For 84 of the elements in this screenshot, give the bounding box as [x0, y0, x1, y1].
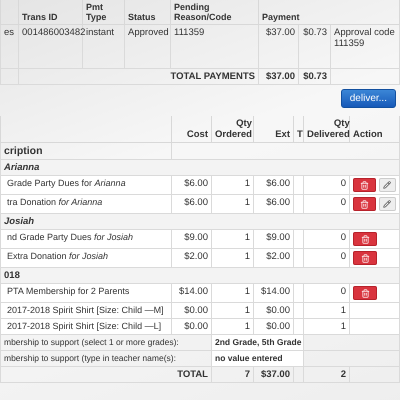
option-label: mbership to support (select 1 or more grades):	[4, 337, 179, 347]
table-cell: $6.00	[184, 197, 208, 208]
option-value: no value entered	[215, 353, 283, 363]
edit-button[interactable]	[378, 178, 396, 192]
table-cell: $0.73	[303, 27, 327, 38]
table-cell: $6.00	[266, 197, 290, 208]
table-cell: $14.00	[260, 286, 290, 297]
table-cell: $37.00	[266, 27, 295, 38]
table-cell: 0	[340, 286, 346, 297]
column-header: Ext	[275, 129, 290, 140]
table-cell: 0	[340, 197, 346, 208]
table-cell: $0.00	[184, 321, 208, 332]
option-value: 2nd Grade, 5th Grade	[215, 337, 302, 347]
table-cell: 0	[340, 178, 346, 189]
table-cell: $0.00	[266, 321, 290, 332]
table-cell: $2.00	[184, 251, 208, 262]
trash-icon	[360, 288, 370, 298]
column-header: Qty Ordered	[215, 118, 252, 140]
table-cell: 7	[244, 369, 250, 380]
delete-button[interactable]	[353, 251, 377, 265]
table-cell: $6.00	[266, 178, 290, 189]
table-cell: Approved	[128, 27, 169, 38]
table-cell: 1	[244, 232, 250, 243]
table-cell: $9.00	[266, 232, 290, 243]
group-heading: 018	[4, 270, 20, 281]
table-cell: 1	[244, 305, 250, 316]
table-cell: $37.00	[260, 369, 290, 380]
edit-button[interactable]	[378, 197, 396, 211]
item-description: nd Grade Party Dues for Josiah	[7, 232, 134, 242]
table-cell: 111359	[174, 27, 204, 38]
delete-button[interactable]	[353, 178, 376, 192]
table-cell: 1	[244, 197, 250, 208]
table-cell: 0	[340, 232, 346, 243]
pencil-icon	[383, 200, 392, 208]
table-cell: $0.00	[184, 305, 208, 316]
table-cell: $14.00	[178, 286, 208, 297]
column-header: cription	[4, 145, 42, 157]
trash-icon	[360, 200, 369, 208]
column-header: T	[297, 129, 303, 140]
total-label: TOTAL PAYMENTS	[170, 71, 255, 82]
delete-button[interactable]	[353, 197, 376, 211]
table-cell: Approval code 111359	[334, 27, 396, 49]
cell-text: es	[4, 27, 14, 38]
group-heading: Arianna	[4, 162, 40, 173]
table-cell: 1	[340, 321, 346, 332]
table-cell: 1	[244, 251, 250, 262]
delete-button[interactable]	[353, 286, 377, 300]
table-cell: $2.00	[266, 251, 290, 262]
deliver-button[interactable]: deliver...	[340, 89, 396, 108]
option-label: mbership to support (type in teacher name(s):	[4, 353, 176, 363]
pencil-icon	[383, 181, 392, 189]
table-cell: 1	[244, 321, 250, 332]
table-cell: 1	[244, 178, 250, 189]
table-cell: 001486003482	[22, 27, 86, 38]
group-heading: Josiah	[4, 216, 34, 227]
column-header: Status	[128, 12, 156, 22]
trash-icon	[360, 234, 370, 244]
table-cell: 1	[340, 305, 346, 316]
trash-icon	[360, 180, 369, 190]
table-cell: 0	[340, 251, 346, 262]
table-cell: $0.73	[303, 71, 327, 82]
table-cell: $6.00	[184, 178, 208, 189]
column-header: Payment	[262, 12, 300, 22]
table-cell: $9.00	[184, 232, 208, 243]
item-description: 2017-2018 Spirit Shirt [Size: Child —L]	[7, 321, 162, 331]
item-description: tra Donation for Arianna	[7, 197, 102, 207]
table-cell: instant	[86, 27, 114, 38]
column-header: Cost	[186, 129, 208, 140]
trash-icon	[360, 254, 370, 262]
table-cell: $0.00	[266, 305, 290, 316]
column-header: Pmt Type	[86, 2, 108, 22]
column-header: Action	[353, 129, 383, 140]
table-cell: 1	[244, 286, 250, 297]
table-cell: 2	[340, 369, 346, 380]
column-header: Pending Reason/Code	[174, 2, 233, 22]
item-description: Grade Party Dues for Arianna	[7, 178, 126, 188]
column-header: Qty Delivered	[307, 118, 350, 140]
total-label: TOTAL	[177, 369, 208, 380]
table-cell: $37.00	[266, 71, 295, 82]
column-header: Trans ID	[22, 12, 58, 22]
item-description: Extra Donation for Josiah	[7, 251, 108, 261]
item-description: 2017-2018 Spirit Shirt [Size: Child —M]	[7, 305, 164, 315]
item-description: PTA Membership for 2 Parents	[7, 286, 130, 296]
delete-button[interactable]	[353, 232, 377, 246]
